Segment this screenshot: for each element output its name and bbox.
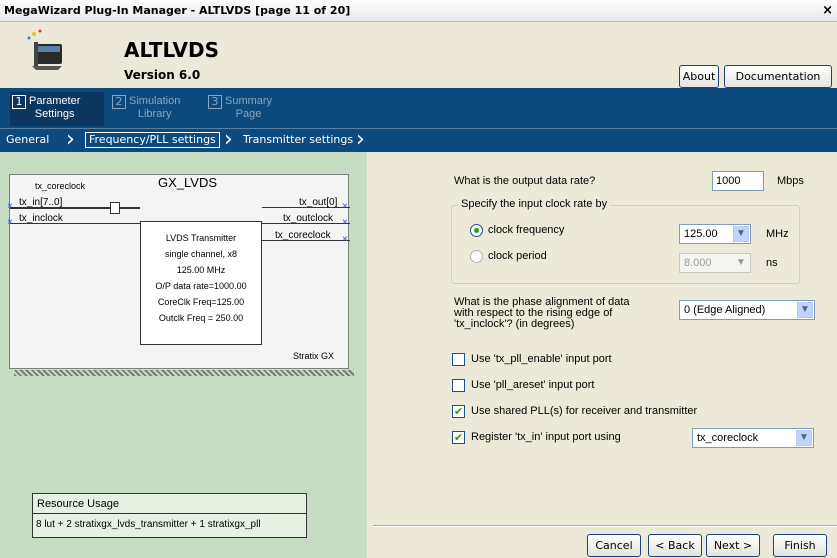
clock-period-value: 8.000 [684, 257, 712, 269]
step-number: 2 [112, 95, 126, 109]
step-number: 1 [12, 95, 26, 109]
footer-separator [373, 525, 837, 527]
block-line: Outclk Freq = 250.00 [158, 313, 244, 323]
step-tabs: 1 Parameter Settings 2 Simulation Library 3S… [0, 88, 837, 128]
header: ALTLVDS Version 6.0 About Documentation [0, 22, 837, 88]
pin-x-icon: × [7, 201, 13, 212]
chevron-right-icon: › [66, 127, 75, 152]
clock-period-select[interactable]: 8.000 ▼ [679, 253, 751, 273]
shared-pll-label: Use shared PLL(s) for receiver and trans… [471, 405, 698, 417]
step-label-line1: Parameter [29, 95, 81, 107]
chip-logo-icon [27, 29, 62, 70]
transmitter-block: LVDS Transmitter single channel, x8 125.… [140, 221, 262, 345]
phase-alignment-select[interactable]: 0 (Edge Aligned) ▼ [679, 300, 815, 320]
pin-x-icon: × [342, 201, 348, 212]
output-rate-label: What is the output data rate? [454, 175, 596, 187]
chevron-down-icon: ▼ [797, 302, 813, 318]
register-symbol [110, 202, 120, 214]
cancel-button[interactable]: Cancel [587, 534, 641, 557]
tab-summary-page[interactable]: 3 Summary Page [206, 92, 290, 126]
block-line: 125.00 MHz [176, 265, 226, 275]
close-icon[interactable]: × [822, 0, 833, 21]
clock-group-legend: Specify the input clock rate by [458, 198, 611, 210]
resource-header: Resource Usage [33, 494, 306, 514]
title-bar: MegaWizard Plug-In Manager - ALTLVDS [pa… [0, 0, 837, 22]
register-clock-select[interactable]: tx_coreclock ▼ [692, 428, 814, 448]
port-label: tx_coreclock [35, 181, 86, 191]
clock-period-label: clock period [488, 250, 547, 262]
resource-value: 8 lut + 2 stratixgx_lvds_transmitter + 1… [36, 519, 261, 530]
step-label: Parameter Settings [29, 95, 80, 121]
tab-simulation-library[interactable]: 2 Simulation Library [110, 92, 200, 126]
clock-period-radio[interactable] [470, 250, 483, 263]
step-label: Simulation Library [129, 95, 180, 121]
about-button[interactable]: About [679, 65, 719, 88]
block-line: single channel, x8 [164, 249, 238, 259]
preview-panel: GX_LVDS tx_coreclock tx_in[7..0] tx_incl… [0, 152, 367, 558]
wire [262, 223, 350, 224]
output-rate-input[interactable] [712, 171, 764, 191]
step-label-line1: Summary [225, 95, 273, 107]
app-name: ALTLVDS [124, 38, 220, 62]
step-label-line2: Library [137, 108, 172, 120]
settings-panel: What is the output data rate? Mbps Speci… [367, 152, 837, 558]
chevron-down-icon: ▼ [733, 255, 749, 271]
clock-frequency-select[interactable]: 125.00 ▼ [679, 224, 751, 244]
block-diagram: GX_LVDS tx_coreclock tx_in[7..0] tx_incl… [7, 174, 354, 376]
next-button[interactable]: Next > [706, 534, 760, 557]
pll-enable-label: Use 'tx_pll_enable' input port [471, 353, 612, 365]
wire [10, 223, 140, 224]
back-button[interactable]: < Back [648, 534, 702, 557]
chevron-down-icon: ▼ [796, 430, 812, 446]
pll-areset-label: Use 'pll_areset' input port [471, 379, 595, 391]
finish-button[interactable]: Finish [773, 534, 827, 557]
crumb-frequency-pll[interactable]: Frequency/PLL settings [85, 132, 220, 148]
wire [262, 240, 350, 241]
clock-period-unit: ns [766, 257, 778, 269]
shared-pll-checkbox[interactable]: ✔ [452, 405, 465, 418]
pin-x-icon: × [342, 234, 348, 245]
resource-usage-panel: Resource Usage 8 lut + 2 stratixgx_lvds_… [32, 493, 307, 538]
clock-frequency-label: clock frequency [488, 224, 565, 236]
chevron-down-icon: ▼ [733, 226, 749, 242]
crumb-general[interactable]: General [6, 133, 49, 147]
clock-frequency-radio[interactable] [470, 224, 483, 237]
phase-label-line3: 'tx_inclock'? (in degrees) [454, 318, 575, 330]
step-label-line2: Page [235, 108, 262, 120]
block-line: CoreClk Freq=125.00 [157, 297, 245, 307]
crumb-transmitter-settings[interactable]: Transmitter settings [243, 133, 353, 147]
step-label-line1: Simulation [129, 95, 181, 107]
output-rate-unit: Mbps [777, 175, 804, 187]
clock-frequency-unit: MHz [766, 228, 789, 240]
phase-alignment-value: 0 (Edge Aligned) [684, 304, 766, 316]
pll-areset-checkbox[interactable] [452, 379, 465, 392]
pin-x-icon: × [7, 217, 13, 228]
wire [10, 207, 140, 209]
block-line: O/P data rate=1000.00 [155, 281, 247, 291]
documentation-button[interactable]: Documentation [724, 65, 832, 88]
step-number: 3 [208, 95, 222, 109]
window-title: MegaWizard Plug-In Manager - ALTLVDS [pa… [4, 4, 351, 17]
pll-enable-checkbox[interactable] [452, 353, 465, 366]
app-version: Version 6.0 [124, 68, 201, 82]
step-label-line2: Settings [34, 108, 75, 120]
step-label: Summary Page [225, 95, 272, 121]
chevron-right-icon: › [356, 127, 365, 152]
clock-frequency-value: 125.00 [684, 228, 718, 240]
phase-alignment-label: What is the phase alignment of data with … [454, 297, 630, 330]
breadcrumb: General › Frequency/PLL settings › Trans… [0, 128, 837, 152]
diagram-shadow [14, 370, 354, 376]
wire [262, 207, 350, 208]
pin-x-icon: × [342, 217, 348, 228]
block-line: LVDS Transmitter [165, 233, 237, 243]
device-label: Stratix GX [293, 351, 335, 361]
diagram-title: GX_LVDS [158, 175, 218, 190]
tab-parameter-settings[interactable]: 1 Parameter Settings [10, 92, 104, 126]
register-tx-in-checkbox[interactable]: ✔ [452, 431, 465, 444]
chevron-right-icon: › [224, 127, 233, 152]
wizard-window: MegaWizard Plug-In Manager - ALTLVDS [pa… [0, 0, 837, 558]
register-clock-value: tx_coreclock [697, 432, 759, 444]
register-tx-in-label: Register 'tx_in' input port using [471, 431, 621, 443]
